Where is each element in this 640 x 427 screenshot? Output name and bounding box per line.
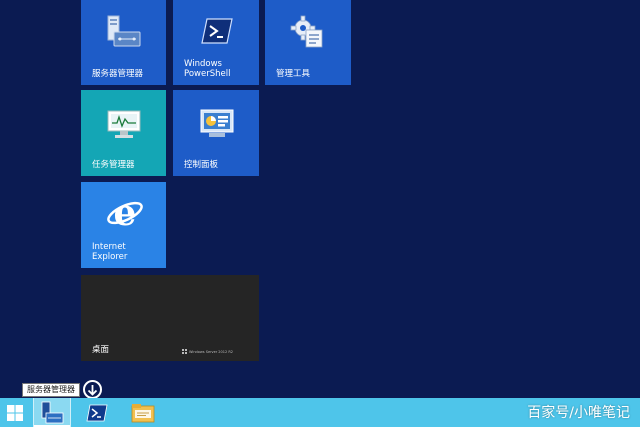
server-manager-icon bbox=[107, 15, 141, 47]
watermark-text: 百家号/小唯笔记 bbox=[527, 405, 630, 421]
tile-server-manager[interactable]: 服务器管理器 bbox=[81, 0, 166, 85]
gear-tools-icon bbox=[290, 15, 323, 48]
server-manager-icon bbox=[41, 401, 64, 423]
taskbar-powershell[interactable] bbox=[78, 398, 116, 427]
desktop-edition-badge: Windows Server 2012 R2 bbox=[181, 349, 233, 354]
tile-label: Windows PowerShell bbox=[184, 59, 231, 79]
tile-label: 管理工具 bbox=[276, 69, 311, 79]
tile-internet-explorer[interactable]: e Internet Explorer bbox=[81, 182, 166, 268]
tile-label: 桌面 bbox=[92, 345, 110, 355]
internet-explorer-icon: e bbox=[107, 194, 143, 232]
arrow-down-circle-icon bbox=[87, 384, 98, 396]
tile-control-panel[interactable]: 控制面板 bbox=[173, 90, 259, 176]
tile-desktop[interactable]: 桌面 Windows Server 2012 R2 bbox=[81, 275, 259, 361]
task-manager-icon bbox=[107, 110, 141, 138]
tile-label: 任务管理器 bbox=[92, 160, 135, 170]
scroll-down-button[interactable] bbox=[83, 380, 102, 399]
folder-icon bbox=[131, 403, 155, 422]
taskbar-file-explorer[interactable] bbox=[124, 398, 162, 427]
tile-admin-tools[interactable]: 管理工具 bbox=[265, 0, 351, 85]
powershell-icon bbox=[86, 404, 108, 421]
tile-task-manager[interactable]: 任务管理器 bbox=[81, 90, 166, 176]
start-screen: 服务器管理器 Windows PowerShell 管理工具 任务管理器 控制面… bbox=[0, 0, 640, 398]
tile-label: 服务器管理器 bbox=[92, 69, 144, 79]
desktop-edition-text: Windows Server 2012 R2 bbox=[188, 349, 233, 354]
start-button[interactable] bbox=[0, 398, 30, 427]
control-panel-icon bbox=[200, 109, 234, 137]
taskbar-tooltip: 服务器管理器 bbox=[22, 383, 80, 397]
windows-logo-icon bbox=[181, 349, 187, 354]
svg-text:e: e bbox=[114, 194, 137, 232]
powershell-icon bbox=[201, 18, 233, 44]
tile-label: 控制面板 bbox=[184, 160, 219, 170]
tile-powershell[interactable]: Windows PowerShell bbox=[173, 0, 259, 85]
tile-label: Internet Explorer bbox=[92, 242, 128, 262]
taskbar-server-manager[interactable] bbox=[33, 398, 71, 427]
windows-logo-icon bbox=[7, 404, 23, 421]
